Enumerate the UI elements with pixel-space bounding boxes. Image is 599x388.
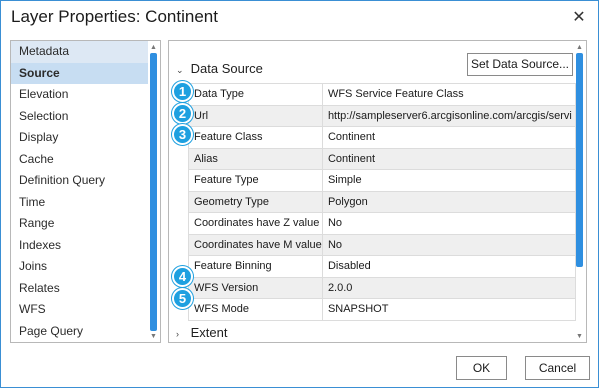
property-value: Continent [321,147,577,170]
property-key: Feature Binning [188,255,323,278]
property-key: Data Type [188,83,323,106]
nav-item-indexes[interactable]: Indexes [11,235,148,257]
property-key: Feature Type [188,169,323,192]
scroll-down-icon[interactable]: ▼ [575,332,584,341]
nav-item-joins[interactable]: Joins [11,256,148,278]
table-row: WFS Mode SNAPSHOT [188,298,577,321]
nav-item-elevation[interactable]: Elevation [11,84,148,106]
property-value: Disabled [321,255,577,278]
source-panel: ⌄ Data Source Set Data Source... Data Ty… [168,40,587,343]
callout-badge-1: 1 [172,81,193,102]
table-row: Data Type WFS Service Feature Class [188,83,577,106]
cancel-button[interactable]: Cancel [525,356,590,380]
table-row: Coordinates have M value No [188,233,577,256]
table-row: Alias Continent [188,147,577,170]
panel-scroll-thumb[interactable] [576,53,583,267]
table-row: Feature Type Simple [188,169,577,192]
extent-title: Extent [190,325,228,340]
nav-item-metadata[interactable]: Metadata [11,41,148,63]
callout-badge-2: 2 [172,103,193,124]
table-row: WFS Version 2.0.0 [188,276,577,299]
property-key: Feature Class [188,126,323,149]
nav-item-page-query[interactable]: Page Query [11,321,148,343]
property-value: Polygon [321,190,577,213]
nav-item-definition-query[interactable]: Definition Query [11,170,148,192]
nav-scrollbar[interactable]: ▲ ▼ [148,42,159,341]
nav-item-range[interactable]: Range [11,213,148,235]
nav-list: Metadata Source Elevation Selection Display C… [11,41,148,342]
layer-properties-dialog: Layer Properties: Continent ✕ Metadata So… [0,0,599,388]
property-value: WFS Service Feature Class [321,83,577,106]
title-bar: Layer Properties: Continent ✕ [1,1,598,37]
nav-item-display[interactable]: Display [11,127,148,149]
property-value: No [321,212,577,235]
data-source-header[interactable]: ⌄ Data Source [176,61,263,76]
callout-badge-4: 4 [172,266,193,287]
property-key: WFS Mode [188,298,323,321]
properties-nav: Metadata Source Elevation Selection Display C… [10,40,161,343]
nav-scroll-thumb[interactable] [150,53,157,331]
extent-header[interactable]: › Extent [176,325,227,340]
panel-scrollbar[interactable]: ▲ ▼ [574,42,585,341]
table-row: Feature Class Continent [188,126,577,149]
property-value: No [321,233,577,256]
nav-item-selection[interactable]: Selection [11,106,148,128]
property-key: Url [188,104,323,127]
ok-button[interactable]: OK [456,356,507,380]
nav-item-cache[interactable]: Cache [11,149,148,171]
data-source-title: Data Source [190,61,263,76]
close-icon[interactable]: ✕ [568,7,590,29]
property-key: Geometry Type [188,190,323,213]
data-source-table: Data Type WFS Service Feature Class Url htt… [188,83,577,321]
property-key: WFS Version [188,276,323,299]
chevron-right-icon: › [176,329,179,339]
nav-item-wfs[interactable]: WFS [11,299,148,321]
scroll-down-icon[interactable]: ▼ [149,332,158,341]
table-row: Geometry Type Polygon [188,190,577,213]
nav-item-time[interactable]: Time [11,192,148,214]
scroll-up-icon[interactable]: ▲ [575,43,584,52]
property-value: Continent [321,126,577,149]
scroll-up-icon[interactable]: ▲ [149,43,158,52]
nav-item-source[interactable]: Source [11,62,148,84]
callout-badge-5: 5 [172,288,193,309]
nav-item-relates[interactable]: Relates [11,278,148,300]
callout-badge-3: 3 [172,124,193,145]
table-row: Url http://sampleserver6.arcgisonline.com… [188,104,577,127]
property-value: http://sampleserver6.arcgisonline.com/ar… [321,104,577,127]
property-value: 2.0.0 [321,276,577,299]
property-value: Simple [321,169,577,192]
property-key: Alias [188,147,323,170]
dialog-title: Layer Properties: Continent [11,7,218,26]
property-key: Coordinates have M value [188,233,323,256]
property-value: SNAPSHOT [321,298,577,321]
property-key: Coordinates have Z value [188,212,323,235]
table-row: Feature Binning Disabled [188,255,577,278]
set-data-source-button[interactable]: Set Data Source... [467,53,573,76]
chevron-down-icon: ⌄ [176,65,184,75]
table-row: Coordinates have Z value No [188,212,577,235]
